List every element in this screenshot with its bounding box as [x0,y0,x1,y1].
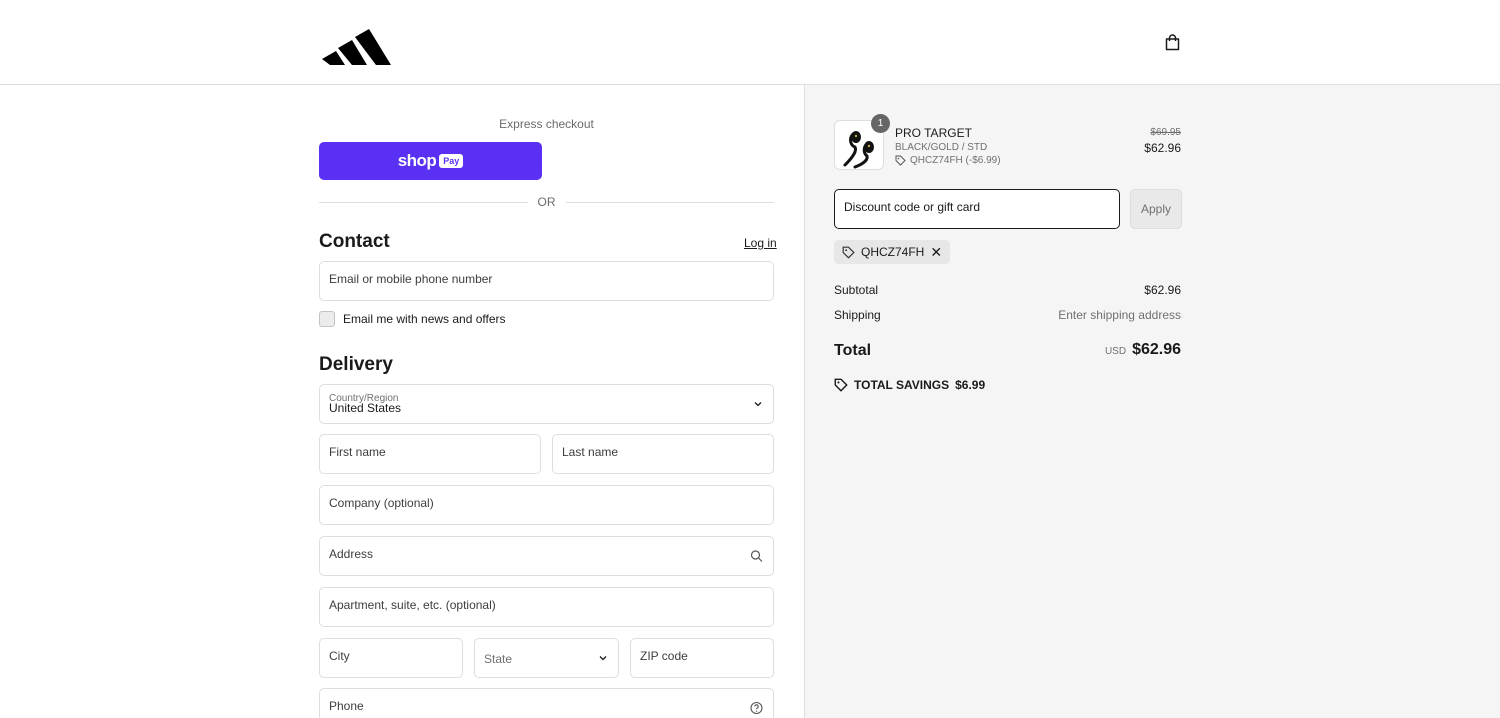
adidas-logo[interactable] [322,20,394,65]
total-savings: TOTAL SAVINGS $6.99 [834,378,985,392]
savings-value: $6.99 [955,378,986,392]
state-select[interactable]: State [474,638,619,678]
apartment-field[interactable]: Apartment, suite, etc. (optional) [319,587,774,627]
remove-code-icon[interactable]: ✕ [930,245,942,259]
shopping-bag-icon[interactable] [1160,30,1184,54]
state-placeholder: State [484,652,513,666]
or-divider: OR [319,195,774,209]
email-field[interactable]: Email or mobile phone number [319,261,774,301]
subtotal-label: Subtotal [834,283,879,297]
header [0,0,1500,85]
order-summary-panel [804,85,1500,718]
zip-placeholder: ZIP code [640,649,688,663]
product-name: PRO TARGET [895,126,972,140]
company-field[interactable]: Company (optional) [319,485,774,525]
search-icon[interactable] [750,550,763,563]
product-discount-text: QHCZ74FH (-$6.99) [910,155,1001,166]
tag-icon [834,378,848,392]
country-select[interactable]: Country/Region United States [319,384,774,424]
total-label: Total [834,342,872,359]
total-value-group: USD $62.96 [1105,341,1181,359]
first-name-field[interactable]: First name [319,434,541,474]
company-placeholder: Company (optional) [329,496,434,510]
shipping-label: Shipping [834,308,881,322]
or-text: OR [537,195,556,209]
shop-pay-badge: Pay [439,154,464,168]
zip-field[interactable]: ZIP code [630,638,774,678]
delivery-title: Delivery [319,354,393,375]
discount-code-placeholder: Discount code or gift card [844,200,981,214]
phone-placeholder: Phone [329,699,364,713]
chevron-down-icon [754,402,762,407]
tag-icon [842,246,855,259]
total-currency: USD [1104,346,1127,357]
newsletter-label: Email me with news and offers [343,312,506,326]
address-field[interactable]: Address [319,536,774,576]
log-in-link[interactable]: Log in [744,236,777,250]
apartment-placeholder: Apartment, suite, etc. (optional) [329,598,496,612]
city-field[interactable]: City [319,638,463,678]
shop-pay-button[interactable]: shop Pay [319,142,542,180]
subtotal-value: $62.96 [1144,283,1181,297]
savings-label: TOTAL SAVINGS [854,378,950,392]
product-variant: BLACK/GOLD / STD [895,142,988,153]
help-icon[interactable] [750,701,763,715]
price-current: $62.96 [1144,141,1181,155]
newsletter-checkbox[interactable] [319,311,335,327]
last-name-placeholder: Last name [562,445,619,459]
address-placeholder: Address [329,547,374,561]
quantity-badge: 1 [871,114,890,133]
phone-field[interactable]: Phone [319,688,774,718]
applied-code-text: QHCZ74FH [861,245,925,259]
last-name-field[interactable]: Last name [552,434,774,474]
chevron-down-icon [599,656,607,661]
total-amount: $62.96 [1132,341,1181,358]
price-original: $69.95 [1150,127,1181,138]
apply-button[interactable]: Apply [1130,189,1182,229]
express-checkout-label: Express checkout [499,117,594,131]
first-name-placeholder: First name [329,445,386,459]
shipping-value: Enter shipping address [1058,308,1181,322]
shop-pay-wordmark: shop [397,151,437,170]
discount-code-field[interactable]: Discount code or gift card [834,189,1120,229]
newsletter-checkbox-row[interactable]: Email me with news and offers [319,311,506,327]
email-placeholder: Email or mobile phone number [329,272,493,286]
applied-code-chip: QHCZ74FH ✕ [834,240,951,264]
product-discount-line: QHCZ74FH (-$6.99) [895,155,1001,166]
city-placeholder: City [329,649,350,663]
country-value: United States [329,401,402,415]
tag-icon [895,155,906,166]
contact-title: Contact [319,231,390,252]
